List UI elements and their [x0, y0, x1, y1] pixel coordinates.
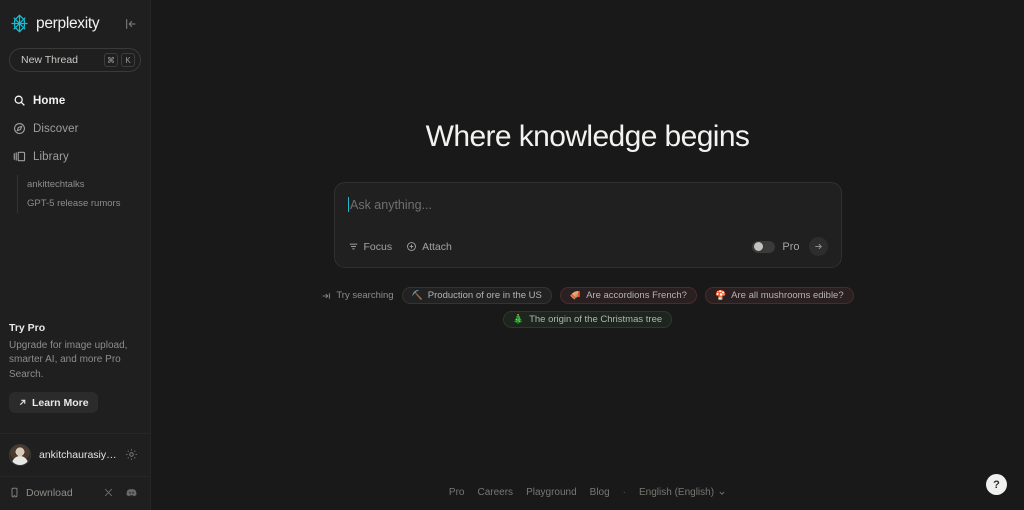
collapse-sidebar-icon[interactable]: [123, 16, 139, 32]
suggestion-chip-label: Production of ore in the US: [427, 290, 542, 301]
text-cursor: [347, 197, 349, 212]
sidebar-footer: Download: [0, 476, 150, 510]
keyboard-shortcut: ⌘ K: [104, 53, 135, 67]
main-content: Where knowledge begins Ask anything... F…: [151, 0, 1024, 510]
library-icon: [12, 150, 26, 164]
search-box[interactable]: Ask anything... Focus Attach Pro: [333, 182, 842, 268]
filter-icon: [349, 243, 357, 250]
kbd-modifier: ⌘: [104, 53, 118, 67]
language-selector[interactable]: English (English): [639, 487, 726, 498]
suggestion-chip-label: Are all mushrooms edible?: [731, 290, 844, 301]
kbd-key: K: [121, 53, 135, 67]
discord-icon[interactable]: [124, 485, 139, 500]
attach-button[interactable]: Attach: [406, 241, 452, 253]
username: ankitchaurasiya84: [39, 449, 117, 461]
learn-more-label: Learn More: [32, 396, 89, 409]
user-profile[interactable]: ankitchaurasiya84: [0, 433, 150, 476]
promo-title: Try Pro: [9, 321, 46, 334]
list-item[interactable]: ankittechtalks: [27, 175, 150, 194]
sidebar: perplexity New Thread ⌘ K Home Discover …: [0, 0, 151, 510]
sidebar-item-library-label: Library: [33, 150, 69, 163]
list-item[interactable]: GPT-5 release rumors: [27, 194, 150, 213]
attach-label: Attach: [422, 240, 452, 253]
sidebar-item-home[interactable]: Home: [9, 88, 141, 113]
suggestion-chip-label: The origin of the Christmas tree: [529, 314, 663, 325]
chevron-down-icon: [719, 491, 725, 495]
download-link[interactable]: Download: [9, 487, 93, 499]
new-thread-label: New Thread: [21, 54, 79, 66]
sidebar-item-discover[interactable]: Discover: [9, 116, 141, 141]
try-pro-promo: Try Pro Upgrade for image upload, smarte…: [0, 321, 150, 413]
focus-button[interactable]: Focus: [348, 240, 393, 253]
search-placeholder: Ask anything...: [350, 197, 432, 212]
footer-separator: ·: [622, 487, 627, 498]
x-twitter-icon[interactable]: [101, 485, 116, 500]
brand-name: perplexity: [36, 14, 100, 32]
sidebar-nav: Home Discover Library: [0, 88, 150, 169]
suggestion-chip-ore[interactable]: ⛏️ Production of ore in the US: [401, 287, 552, 304]
language-label: English (English): [639, 487, 715, 498]
arrow-up-right-icon: [19, 399, 26, 406]
avatar: [9, 444, 31, 466]
brand[interactable]: perplexity: [9, 13, 100, 34]
pro-label: Pro: [782, 240, 800, 253]
sidebar-item-home-label: Home: [33, 94, 66, 107]
circle-plus-icon: [407, 242, 417, 251]
download-label: Download: [26, 486, 73, 499]
gear-icon[interactable]: [125, 448, 139, 462]
sidebar-header: perplexity: [0, 0, 150, 34]
app-root: perplexity New Thread ⌘ K Home Discover …: [0, 0, 1024, 510]
footer-link-blog[interactable]: Blog: [590, 487, 610, 498]
suggestion-chip-christmas-tree[interactable]: 🎄 The origin of the Christmas tree: [502, 311, 673, 328]
search-icon: [12, 94, 26, 108]
mushroom-icon: 🍄: [714, 290, 727, 300]
search-input[interactable]: Ask anything...: [347, 197, 828, 212]
suggestion-chip-mushrooms[interactable]: 🍄 Are all mushrooms edible?: [704, 287, 854, 304]
page-title: Where knowledge begins: [425, 120, 750, 153]
sidebar-item-discover-label: Discover: [33, 122, 79, 135]
footer-link-pro[interactable]: Pro: [449, 487, 465, 498]
footer-link-careers[interactable]: Careers: [477, 487, 513, 498]
submit-button[interactable]: [808, 237, 828, 256]
suggestion-chips: Try searching ⛏️ Production of ore in th…: [308, 287, 868, 328]
arrow-right-into-icon: [322, 292, 331, 299]
pickaxe-icon: ⛏️: [411, 290, 423, 300]
focus-label: Focus: [363, 240, 393, 253]
promo-description: Upgrade for image upload, smarter AI, an…: [9, 339, 128, 380]
arrow-right-icon: [814, 243, 822, 250]
footer-link-playground[interactable]: Playground: [526, 487, 577, 498]
thread-history-list: ankittechtalks GPT-5 release rumors: [17, 175, 150, 213]
accordion-icon: 🪗: [569, 290, 582, 300]
phone-icon: [11, 487, 18, 498]
search-controls: Focus Attach Pro: [348, 237, 828, 256]
perplexity-logo-icon: [11, 14, 28, 33]
pro-toggle[interactable]: [752, 240, 776, 253]
help-button[interactable]: ?: [986, 474, 1007, 495]
sidebar-item-library[interactable]: Library: [9, 144, 141, 169]
learn-more-button[interactable]: Learn More: [9, 392, 98, 413]
toggle-knob: [753, 242, 763, 251]
try-searching-label-group: Try searching: [321, 287, 394, 304]
question-mark-icon: ?: [993, 478, 1000, 491]
try-searching-label: Try searching: [336, 290, 394, 301]
suggestion-chip-accordions[interactable]: 🪗 Are accordions French?: [559, 287, 697, 304]
compass-icon: [12, 122, 26, 136]
page-footer: Pro Careers Playground Blog · English (E…: [151, 487, 1024, 498]
new-thread-button[interactable]: New Thread ⌘ K: [9, 48, 141, 72]
christmas-tree-icon: 🎄: [512, 314, 525, 324]
suggestion-chip-label: Are accordions French?: [586, 290, 687, 301]
